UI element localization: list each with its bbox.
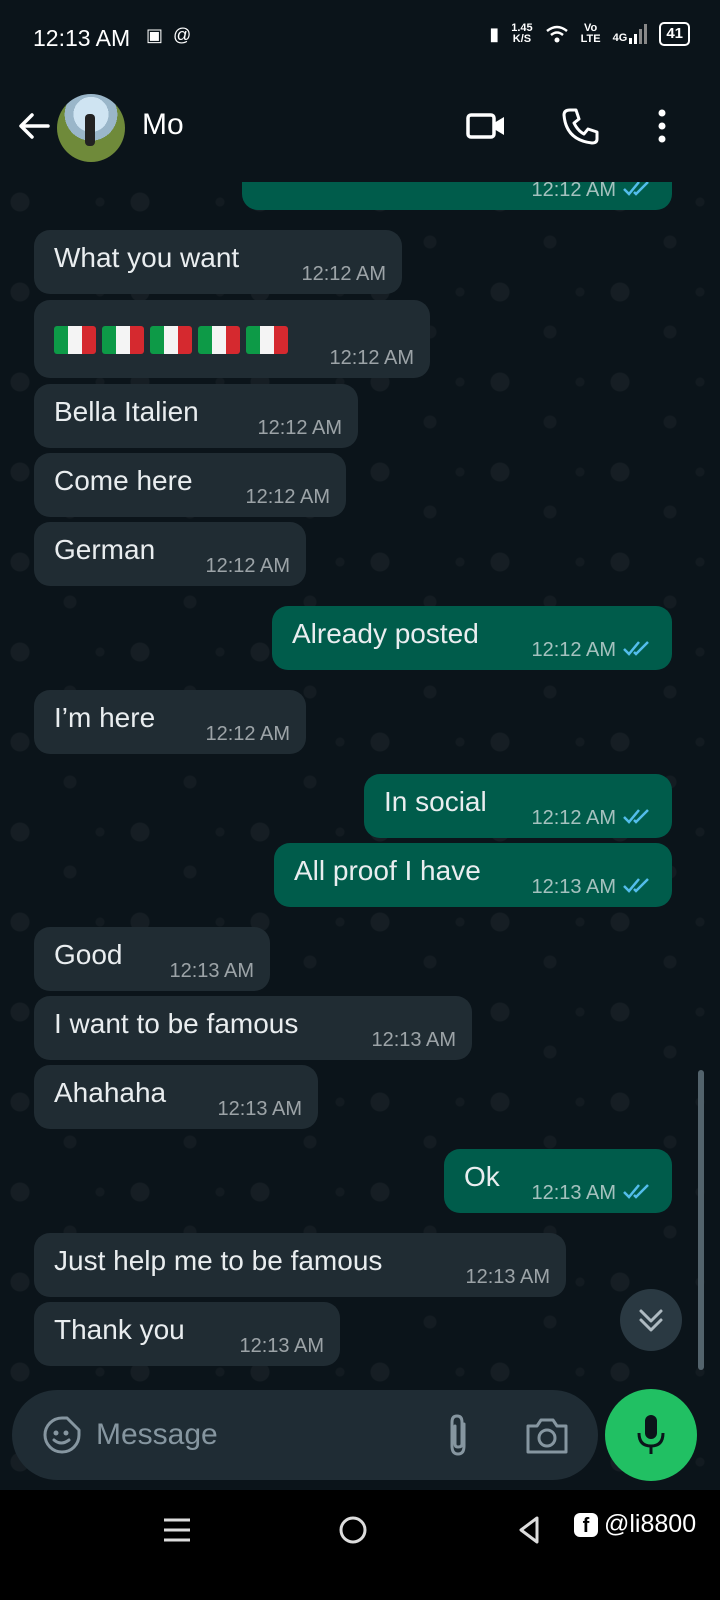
signal-bars-icon xyxy=(629,24,648,44)
message-bubble-incoming[interactable]: I’m here 12:12 AM xyxy=(34,690,306,754)
message-bubble-outgoing[interactable]: All proof I have 12:13 AM xyxy=(274,843,672,907)
message-time: 12:13 AM xyxy=(465,1266,550,1288)
message-input-field[interactable]: Message xyxy=(96,1418,218,1452)
back-arrow-icon[interactable] xyxy=(14,106,54,146)
message-bubble-incoming[interactable]: Good 12:13 AM xyxy=(34,927,270,991)
message-bubble-outgoing[interactable]: Ok 12:13 AM xyxy=(444,1149,672,1213)
message-time: 12:13 AM xyxy=(217,1098,302,1120)
microphone-icon xyxy=(637,1415,665,1454)
voice-message-button[interactable] xyxy=(605,1389,697,1481)
message-text: What you want xyxy=(54,242,240,273)
status-left-icons: ▣ @ xyxy=(146,25,191,46)
battery-indicator: 41 xyxy=(659,22,690,46)
message-text: Come here xyxy=(54,465,193,496)
message-bubble-incoming[interactable]: What you want 12:12 AM xyxy=(34,230,402,294)
message-time: 12:12 AM xyxy=(531,807,616,829)
message-text: All proof I have xyxy=(294,855,481,886)
message-bubble-incoming[interactable]: Just help me to be famous 12:13 AM xyxy=(34,1233,566,1297)
read-ticks-icon xyxy=(623,878,649,893)
message-bubble-outgoing[interactable]: In social 12:12 AM xyxy=(364,774,672,838)
network-type: 4G xyxy=(612,32,628,44)
message-time: 12:13 AM xyxy=(531,876,616,898)
notification-app-icon: ▣ xyxy=(146,25,164,45)
message-time: 12:13 AM xyxy=(169,960,254,982)
chat-thread[interactable]: 12:12 AM What you want 12:12 AM 🇮🇹🇮🇹🇮🇹🇮🇹… xyxy=(0,182,720,1490)
more-options-icon[interactable] xyxy=(642,106,682,146)
message-time: 12:12 AM xyxy=(329,347,414,369)
italy-flag-icon xyxy=(198,326,240,354)
message-bubble-incoming[interactable]: Bella Italien 12:12 AM xyxy=(34,384,358,448)
message-bubble-incoming[interactable]: I want to be famous 12:13 AM xyxy=(34,996,472,1060)
message-bubble-outgoing[interactable]: 12:12 AM xyxy=(242,182,672,210)
read-ticks-icon xyxy=(623,182,649,196)
message-time: 12:12 AM xyxy=(531,182,616,201)
message-text: Good xyxy=(54,939,123,970)
read-ticks-icon xyxy=(623,809,649,824)
message-text: Ahahaha xyxy=(54,1077,167,1108)
message-time: 12:12 AM xyxy=(245,486,330,508)
message-text: Bella Italien xyxy=(54,396,199,427)
message-bubble-incoming[interactable]: Come here 12:12 AM xyxy=(34,453,346,517)
chat-scrollbar[interactable] xyxy=(698,1070,704,1370)
message-text: Just help me to be famous xyxy=(54,1245,383,1276)
wifi-icon xyxy=(545,25,568,43)
volte-indicator: Vo LTE xyxy=(581,23,601,45)
signal-icon: 4G xyxy=(613,24,648,44)
vibrate-icon: ▮ xyxy=(489,23,500,44)
italy-flag-icon xyxy=(102,326,144,354)
message-bubble-incoming[interactable]: Ahahaha 12:13 AM xyxy=(34,1065,318,1129)
voice-call-icon[interactable] xyxy=(560,106,600,146)
read-ticks-icon xyxy=(623,641,649,656)
message-text: I’m here xyxy=(54,702,156,733)
network-speed: 1.45 K/S xyxy=(511,23,532,45)
recent-apps-icon[interactable] xyxy=(157,1510,197,1550)
network-speed-unit: K/S xyxy=(512,33,532,45)
status-bar: 12:13 AM ▣ @ ▮ 1.45 K/S Vo LTE 4G 41 xyxy=(0,0,720,76)
watermark: f @li8800 xyxy=(574,1510,696,1539)
message-time: 12:12 AM xyxy=(301,263,386,285)
status-time: 12:13 AM xyxy=(33,25,131,51)
message-bubble-outgoing[interactable]: Already posted 12:12 AM xyxy=(272,606,672,670)
italy-flag-icon xyxy=(150,326,192,354)
camera-icon[interactable] xyxy=(524,1414,570,1456)
home-icon[interactable] xyxy=(333,1510,373,1550)
message-bubble-incoming[interactable]: Thank you 12:13 AM xyxy=(34,1302,340,1366)
back-nav-icon[interactable] xyxy=(509,1510,549,1550)
message-time: 12:12 AM xyxy=(531,639,616,661)
watermark-handle: @li8800 xyxy=(604,1510,697,1538)
message-time: 12:12 AM xyxy=(257,417,342,439)
double-chevron-down-icon xyxy=(639,1309,663,1332)
message-text: In social xyxy=(384,786,487,817)
message-text: I want to be famous xyxy=(54,1008,299,1039)
avatar-figure xyxy=(85,114,95,146)
italy-flags xyxy=(54,326,288,354)
attach-paperclip-icon[interactable] xyxy=(438,1412,478,1458)
message-bubble-incoming[interactable]: 🇮🇹🇮🇹🇮🇹🇮🇹🇮🇹 12:12 AM xyxy=(34,300,430,378)
message-text: Ok xyxy=(464,1161,500,1192)
message-text: German xyxy=(54,534,156,565)
message-input-bar[interactable]: Message xyxy=(12,1390,598,1480)
message-time: 12:12 AM xyxy=(205,723,290,745)
message-text: Thank you xyxy=(54,1314,185,1345)
message-time: 12:13 AM xyxy=(531,1182,616,1204)
message-bubble-incoming[interactable]: German 12:12 AM xyxy=(34,522,306,586)
message-text: Already posted xyxy=(292,618,479,649)
italy-flag-icon xyxy=(246,326,288,354)
message-time: 12:13 AM xyxy=(239,1335,324,1357)
message-time: 12:13 AM xyxy=(371,1029,456,1051)
read-ticks-icon xyxy=(623,1184,649,1199)
contact-avatar[interactable] xyxy=(57,94,125,162)
video-call-icon[interactable] xyxy=(466,106,506,146)
scroll-to-bottom-button[interactable] xyxy=(620,1289,682,1351)
sticker-emoji-icon[interactable] xyxy=(42,1415,82,1455)
volte-bottom: LTE xyxy=(580,33,601,45)
italy-flag-icon xyxy=(54,326,96,354)
system-navigation-bar: f @li8800 xyxy=(0,1490,720,1600)
facebook-icon: f xyxy=(574,1512,598,1537)
status-right-icons: ▮ 1.45 K/S Vo LTE 4G 41 xyxy=(489,22,690,46)
message-time: 12:12 AM xyxy=(205,555,290,577)
contact-name[interactable]: Mo xyxy=(142,108,184,142)
threads-icon: @ xyxy=(173,25,192,45)
